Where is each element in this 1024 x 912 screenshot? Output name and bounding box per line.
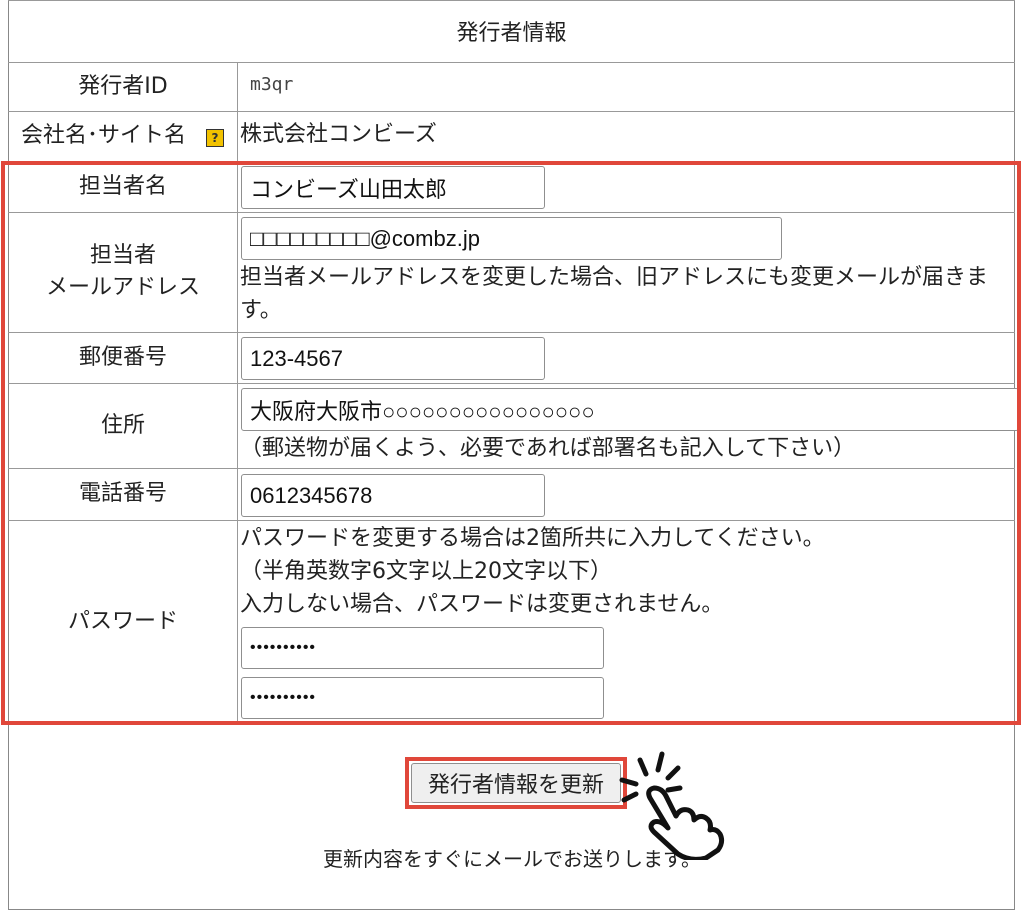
highlight-box: [1, 161, 1021, 725]
pointing-hand-icon: [619, 751, 725, 860]
form-title: 発行者情報: [456, 21, 567, 46]
company-value: 株式会社コンビーズ: [240, 122, 437, 147]
company-label: 会社名･サイト名: [21, 123, 187, 148]
footer-note: 更新内容をすぐにメールでお送りします。: [323, 847, 701, 871]
publisher-id-value: m3qr: [250, 74, 294, 95]
submit-button[interactable]: 発行者情報を更新: [411, 763, 621, 803]
help-icon[interactable]: ?: [206, 129, 224, 147]
publisher-id-label: 発行者ID: [78, 73, 168, 99]
